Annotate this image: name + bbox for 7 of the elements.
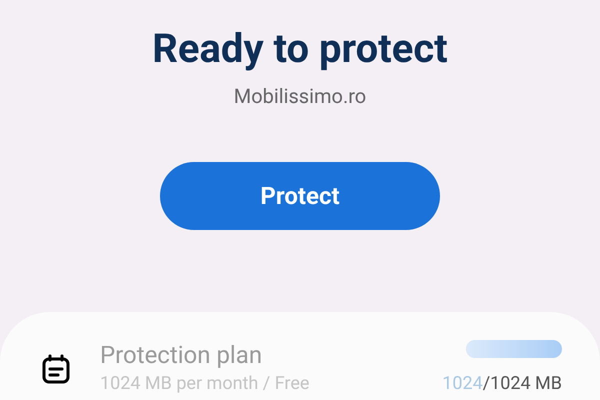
network-name: Mobilissimo.ro (234, 84, 366, 108)
data-usage-reading: 1024/1024 MB (442, 372, 562, 396)
protect-button[interactable]: Protect (160, 162, 440, 230)
plan-subtitle: 1024 MB per month / Free (100, 372, 310, 396)
status-title: Ready to protect (152, 26, 448, 72)
plan-title: Protection plan (100, 340, 264, 370)
calendar-icon (42, 354, 70, 384)
